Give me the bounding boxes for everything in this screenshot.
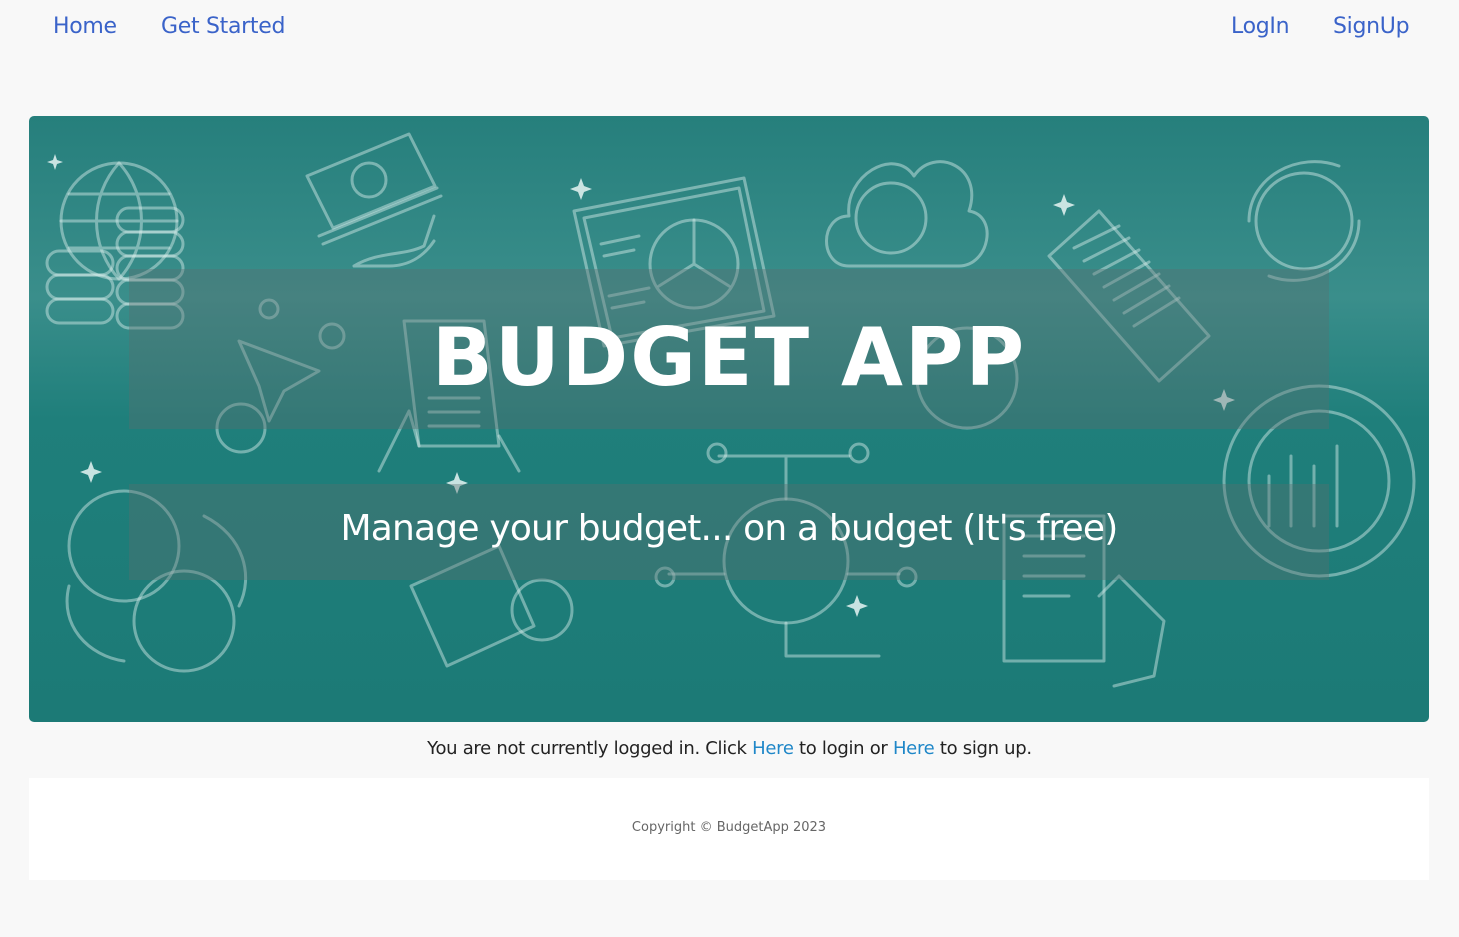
hero-banner: BUDGET APP Manage your budget... on a bu…	[29, 116, 1429, 722]
notice-signup-link[interactable]: Here	[893, 738, 935, 759]
notice-suffix: to sign up.	[934, 738, 1032, 759]
dollar-refresh-icon	[1247, 160, 1361, 282]
nav-get-started-link[interactable]: Get Started	[161, 14, 285, 39]
hero-subtitle: Manage your budget... on a budget (It's …	[340, 508, 1118, 549]
notice-middle: to login or	[793, 738, 893, 759]
footer: Copyright © BudgetApp 2023	[29, 778, 1429, 880]
copyright-text: Copyright © BudgetApp 2023	[631, 820, 827, 835]
money-hand-icon	[305, 132, 443, 268]
login-notice: You are not currently logged in. Click H…	[0, 738, 1459, 759]
top-navbar: Home Get Started LogIn SignUp	[0, 0, 1459, 64]
nav-home-link[interactable]: Home	[53, 14, 117, 39]
cloud-dollar-icon	[825, 160, 989, 268]
nav-login-link[interactable]: LogIn	[1231, 14, 1290, 39]
hero-title: BUDGET APP	[431, 311, 1027, 404]
notice-prefix: You are not currently logged in. Click	[427, 738, 753, 759]
notice-login-link[interactable]: Here	[752, 738, 794, 759]
nav-signup-link[interactable]: SignUp	[1333, 14, 1410, 39]
